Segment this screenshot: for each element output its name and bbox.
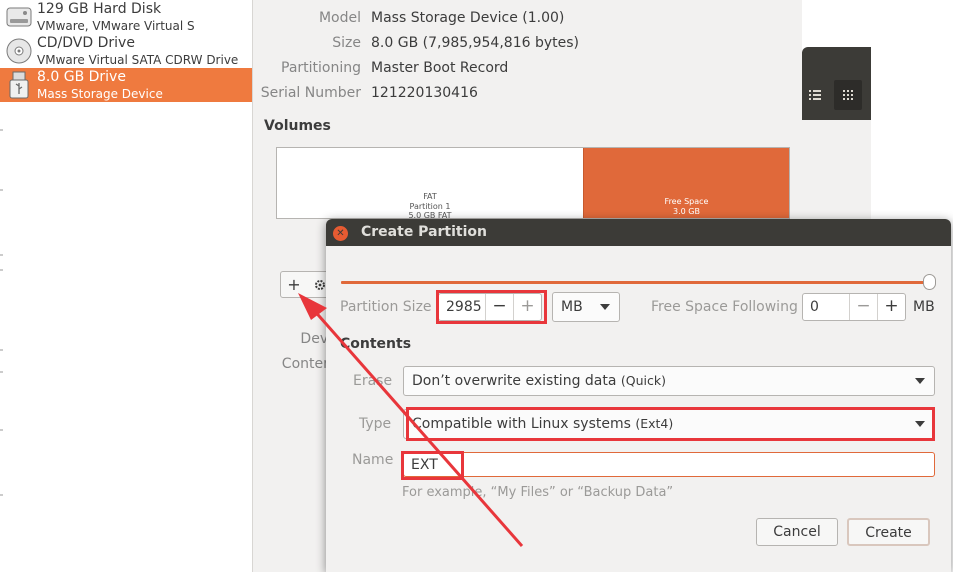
erase-option-note: (Quick) — [620, 373, 666, 388]
serial-number-label: Serial Number — [260, 85, 361, 101]
erase-value: Don’t overwrite existing data (Quick) — [412, 373, 666, 389]
device-name: 129 GB Hard Disk — [37, 1, 162, 17]
background-window-toolbar — [802, 47, 871, 120]
close-icon: ✕ — [336, 228, 345, 239]
contents-heading: Contents — [340, 336, 412, 352]
volume-map: FAT Partition 1 5.0 GB FAT Free Space 3.… — [276, 147, 790, 220]
model-label: Model — [318, 10, 361, 26]
volume-segment-free-space[interactable]: Free Space 3.0 GB — [583, 148, 789, 218]
partition-size-slider-handle[interactable] — [923, 274, 936, 290]
size-label: Size — [332, 35, 361, 51]
device-detail: Mass Storage Device — [37, 87, 163, 101]
volumes-heading: Volumes — [264, 118, 331, 134]
annotation-box-partition-size — [436, 290, 547, 324]
dialog-titlebar: ✕ Create Partition — [326, 219, 951, 246]
segment-line: 3.0 GB — [673, 206, 700, 216]
size-unit-value: MB — [561, 299, 583, 315]
erase-label: Erase — [353, 373, 393, 389]
sidebar-edge-decoration — [0, 129, 3, 496]
erase-select[interactable]: Don’t overwrite existing data (Quick) — [403, 366, 935, 396]
dialog-title: Create Partition — [361, 224, 487, 240]
segment-line: Free Space — [664, 197, 709, 206]
grid-view-button[interactable] — [834, 80, 862, 110]
create-partition-dialog: ✕ Create Partition Partition Size 2985 −… — [326, 219, 951, 572]
contents-label-partial: Conten — [281, 356, 332, 372]
partition-size-slider-track[interactable] — [341, 281, 929, 284]
free-space-value[interactable]: 0 — [810, 299, 819, 315]
device-detail: VMware, VMware Virtual S — [37, 19, 195, 33]
device-name: 8.0 GB Drive — [37, 69, 126, 85]
disks-window: 129 GB Hard Disk VMware, VMware Virtual … — [0, 0, 953, 572]
name-label: Name — [352, 452, 394, 468]
create-button[interactable]: Create — [847, 518, 930, 546]
device-item-cd-dvd[interactable]: CD/DVD Drive VMware Virtual SATA CDRW Dr… — [0, 34, 252, 68]
annotation-box-name — [401, 451, 464, 480]
list-view-icon — [809, 90, 821, 100]
device-item-hard-disk[interactable]: 129 GB Hard Disk VMware, VMware Virtual … — [0, 0, 252, 34]
usb-drive-icon — [9, 71, 29, 99]
size-unit-select[interactable]: MB — [552, 292, 620, 322]
list-view-button[interactable] — [802, 80, 830, 110]
partition-size-label: Partition Size — [340, 299, 432, 315]
name-hint: For example, “My Files” or “Backup Data” — [402, 485, 674, 500]
segment-line: FAT — [423, 192, 437, 201]
increase-free-space-button[interactable]: + — [877, 294, 905, 320]
grid-view-icon — [843, 90, 853, 100]
type-label: Type — [359, 416, 392, 432]
optical-drive-icon — [6, 38, 32, 64]
device-detail: VMware Virtual SATA CDRW Drive — [37, 53, 239, 67]
decrease-free-space-button[interactable]: − — [849, 294, 877, 320]
volume-segment-fat[interactable]: FAT Partition 1 5.0 GB FAT — [277, 148, 583, 220]
annotation-box-type — [406, 407, 935, 441]
model-value: Mass Storage Device (1.00) — [371, 10, 565, 26]
free-space-stepper[interactable]: 0 − + — [802, 293, 906, 321]
free-space-following-label: Free Space Following — [651, 299, 798, 315]
segment-line: Partition 1 — [409, 201, 451, 211]
chevron-down-icon — [915, 378, 925, 384]
name-input[interactable]: EXT — [403, 452, 935, 477]
partitioning-label: Partitioning — [281, 60, 361, 76]
device-name: CD/DVD Drive — [37, 35, 135, 51]
device-list: 129 GB Hard Disk VMware, VMware Virtual … — [0, 0, 253, 572]
chevron-down-icon — [600, 304, 610, 310]
add-partition-button[interactable]: + — [283, 274, 305, 296]
cancel-button[interactable]: Cancel — [756, 518, 838, 546]
hard-disk-icon — [6, 7, 32, 27]
free-space-unit: MB — [913, 299, 935, 315]
erase-option-text: Don’t overwrite existing data — [412, 373, 617, 389]
close-button[interactable]: ✕ — [333, 226, 348, 241]
serial-number-value: 121220130416 — [371, 85, 478, 101]
background-window-body — [802, 120, 871, 220]
size-value: 8.0 GB (7,985,954,816 bytes) — [371, 35, 579, 51]
partitioning-value: Master Boot Record — [371, 60, 509, 76]
device-item-usb-drive[interactable]: 8.0 GB Drive Mass Storage Device — [0, 68, 252, 102]
